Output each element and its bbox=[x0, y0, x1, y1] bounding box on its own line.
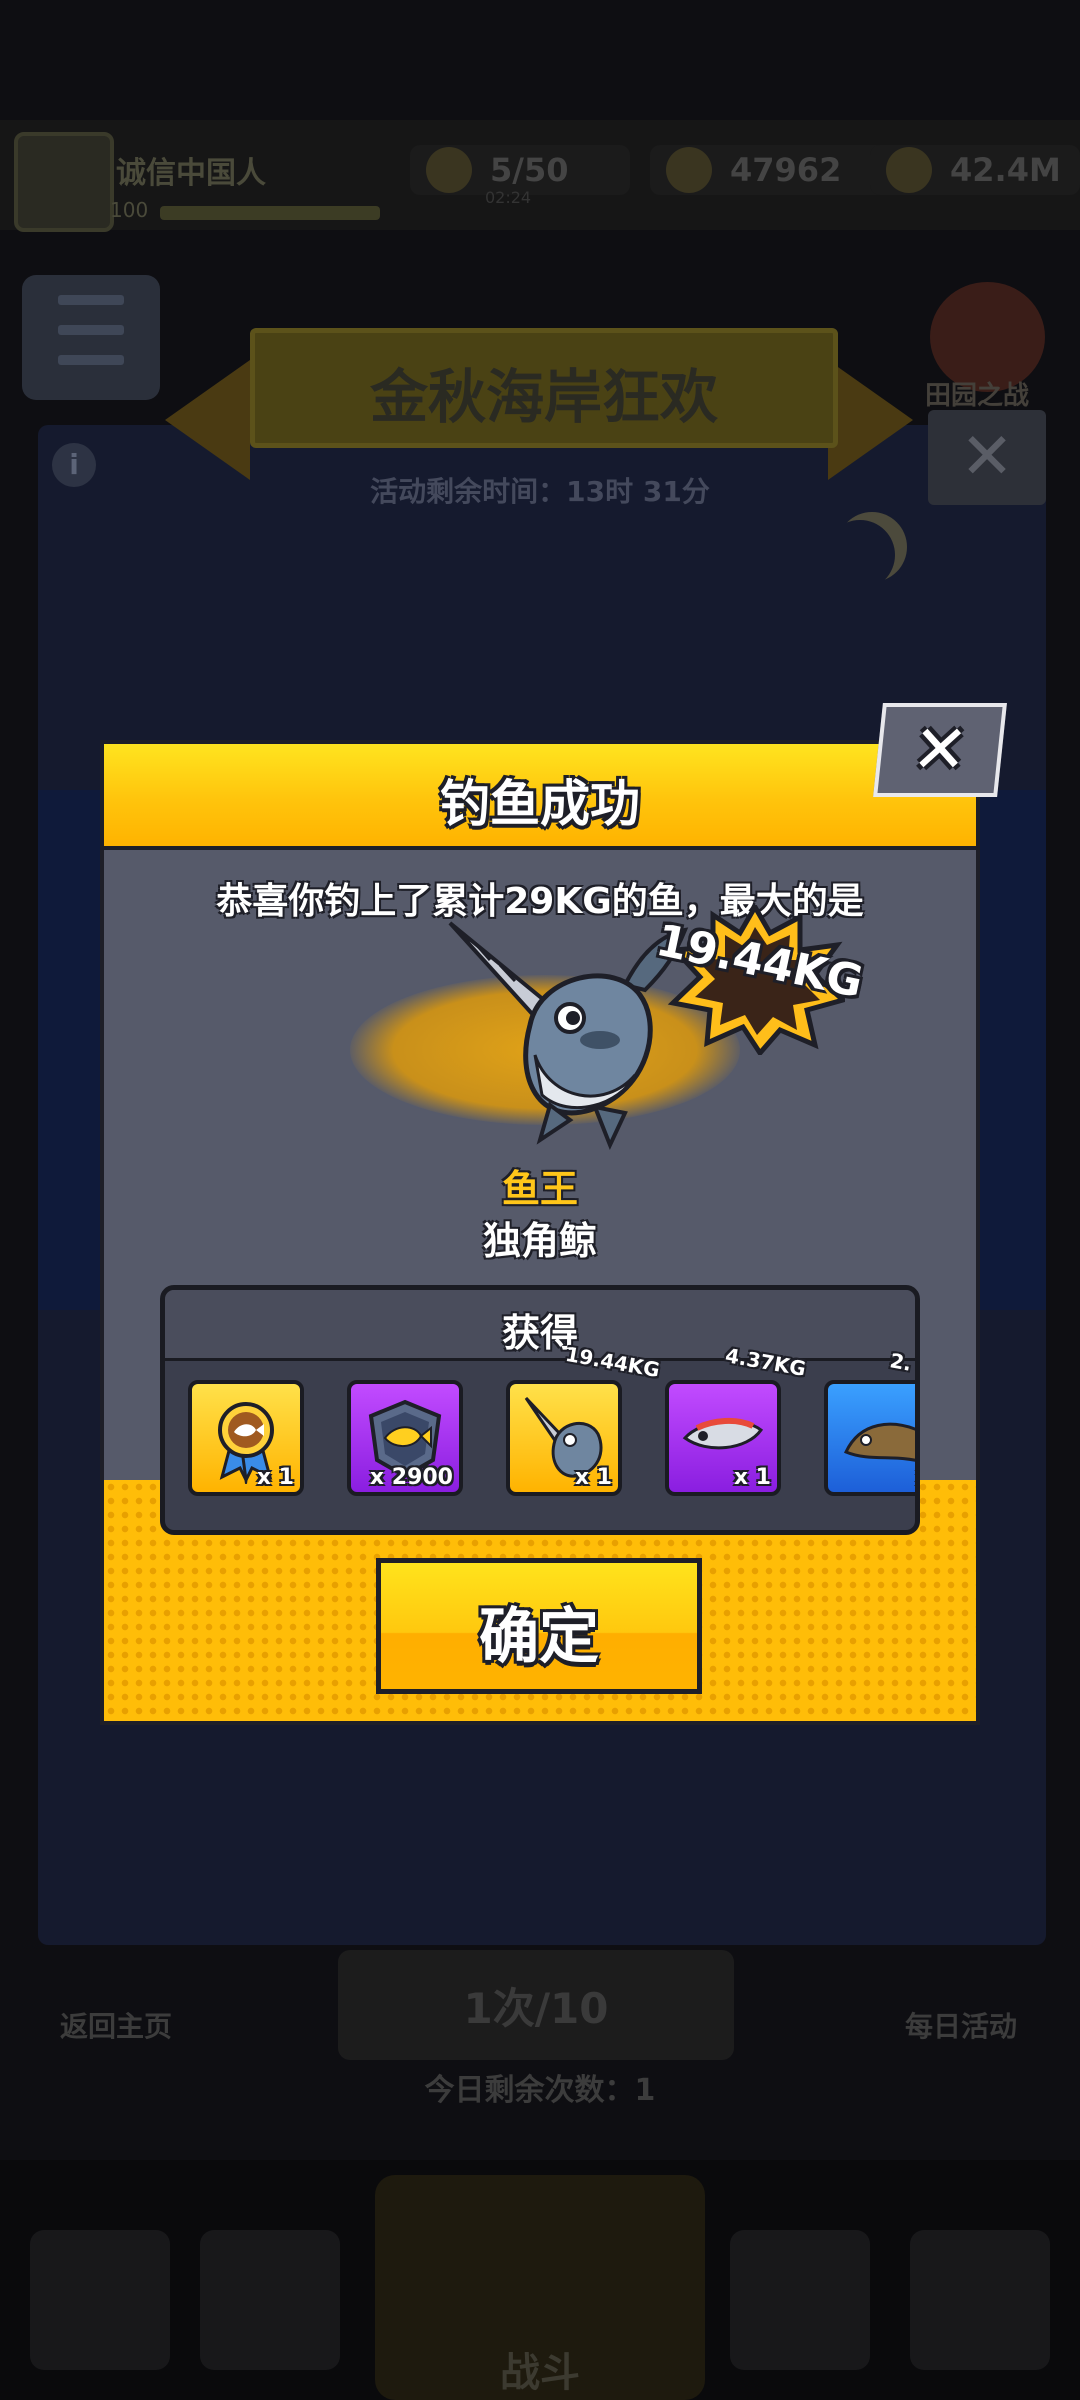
banner-right-wing bbox=[828, 360, 913, 480]
cast-label: 1次/10 bbox=[463, 1984, 609, 2033]
moon-icon bbox=[825, 520, 895, 590]
back-home-label[interactable]: 返回主页 bbox=[60, 2005, 172, 2045]
player-name: 诚信中国人 bbox=[116, 156, 266, 191]
dialog-title: 钓鱼成功 bbox=[440, 775, 640, 833]
rewards-title: 获得 bbox=[501, 1311, 578, 1355]
defence-label: 田园之战 bbox=[925, 381, 1030, 411]
nav-tab-fish[interactable] bbox=[730, 2230, 870, 2370]
remaining-count: 今日剩余次数：1 bbox=[424, 2073, 656, 2108]
close-button[interactable]: ✕ bbox=[873, 703, 1007, 797]
money-icon bbox=[886, 147, 932, 193]
confirm-label: 确定 bbox=[479, 1602, 599, 1672]
event-timer: 活动剩余时间：13时 31分 bbox=[370, 475, 710, 508]
fish-name: 独角鲸 bbox=[482, 1219, 597, 1263]
coin-resource[interactable]: 47962 bbox=[650, 145, 900, 195]
fish-rank: 鱼王 bbox=[501, 1167, 578, 1211]
info-icon[interactable]: i bbox=[52, 443, 96, 487]
player-level: 100 bbox=[110, 198, 149, 222]
eel-fish-icon bbox=[843, 1422, 915, 1462]
reward-item[interactable]: x bbox=[824, 1380, 915, 1496]
reward-item[interactable]: x 2900 bbox=[347, 1380, 463, 1496]
nav-tab-more[interactable] bbox=[910, 2230, 1050, 2370]
reward-item[interactable]: x 1 bbox=[506, 1380, 622, 1496]
daily-activity-label[interactable]: 每日活动 bbox=[905, 2005, 1017, 2045]
nav-tab-shop[interactable] bbox=[30, 2230, 170, 2370]
nav-tab-team[interactable] bbox=[200, 2230, 340, 2370]
player-avatar[interactable] bbox=[14, 132, 114, 232]
xp-bar bbox=[160, 206, 380, 220]
energy-timer: 02:24 bbox=[485, 188, 532, 207]
money-resource[interactable]: 42.4M bbox=[870, 145, 1080, 195]
energy-icon bbox=[426, 147, 472, 193]
event-title: 金秋海岸狂欢 bbox=[369, 363, 718, 431]
event-close-button[interactable]: ✕ bbox=[928, 410, 1046, 505]
rewards-panel: 获得 x 1 x 2900 x 1 19.44KG x 1 4.37KG 2. bbox=[160, 1285, 920, 1535]
banner-left-wing bbox=[165, 360, 250, 480]
reward-item[interactable]: x 1 bbox=[188, 1380, 304, 1496]
menu-button[interactable] bbox=[22, 275, 160, 400]
reward-weight-tag: 2. bbox=[888, 1348, 914, 1376]
reward-item[interactable]: x 1 bbox=[665, 1380, 781, 1496]
battle-label: 战斗 bbox=[500, 2350, 580, 2396]
coin-icon bbox=[666, 147, 712, 193]
